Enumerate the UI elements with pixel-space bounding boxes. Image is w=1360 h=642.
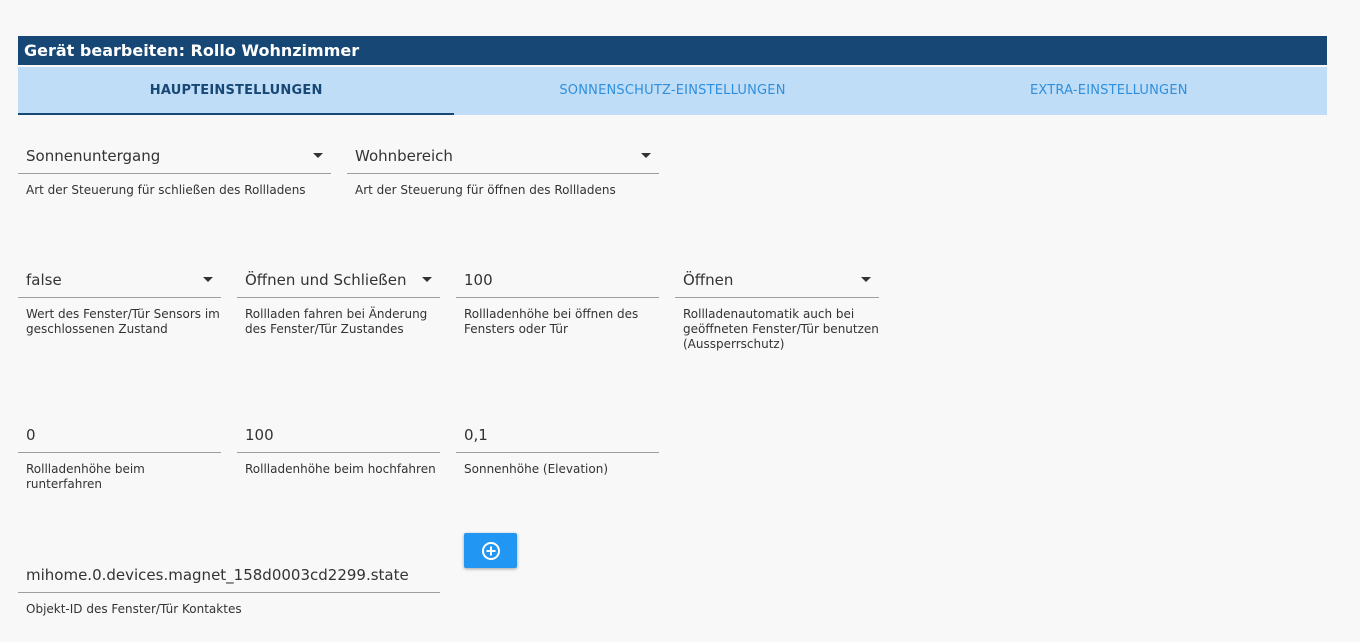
plus-circle-icon (481, 541, 500, 560)
up-height-helper: Rollladenhöhe beim hochfahren (245, 462, 436, 476)
dialog-title: Gerät bearbeiten: Rollo Wohnzimmer (18, 36, 1327, 65)
move-on-change-field: Öffnen und Schließen Rollladen fahren be… (237, 262, 440, 337)
caret-down-icon (203, 277, 213, 282)
sensor-closed-value-helper: Wert des Fenster/Tür Sensors im geschlos… (26, 307, 220, 336)
caret-down-icon (861, 277, 871, 282)
open-height-input[interactable]: 100 (456, 262, 659, 298)
sensor-closed-value-value: false (26, 271, 62, 289)
open-control-field: Wohnbereich Art der Steuerung für öffnen… (347, 138, 659, 198)
down-height-value: 0 (26, 426, 36, 444)
close-control-select[interactable]: Sonnenuntergang (18, 138, 331, 174)
down-height-helper: Rollladenhöhe beim runterfahren (26, 462, 145, 491)
sensor-closed-value-select[interactable]: false (18, 262, 221, 298)
close-control-field: Sonnenuntergang Art der Steuerung für sc… (18, 138, 331, 198)
open-control-select[interactable]: Wohnbereich (347, 138, 659, 174)
open-control-helper: Art der Steuerung für öffnen des Rolllad… (355, 183, 616, 197)
tab-bar: HAUPTEINSTELLUNGEN SONNENSCHUTZ-EINSTELL… (18, 67, 1327, 115)
lockout-protection-value: Öffnen (683, 271, 734, 289)
open-height-helper: Rollladenhöhe bei öffnen des Fensters od… (464, 307, 639, 336)
sun-elevation-helper: Sonnenhöhe (Elevation) (464, 462, 609, 476)
move-on-change-select[interactable]: Öffnen und Schließen (237, 262, 440, 298)
sun-elevation-value: 0,1 (464, 426, 488, 444)
sun-elevation-field: 0,1 Sonnenhöhe (Elevation) (456, 417, 659, 477)
contact-object-id-field: mihome.0.devices.magnet_158d0003cd2299.s… (18, 557, 440, 617)
sensor-closed-value-field: false Wert des Fenster/Tür Sensors im ge… (18, 262, 221, 337)
move-on-change-helper: Rollladen fahren bei Änderung des Fenste… (245, 307, 428, 336)
sun-elevation-input[interactable]: 0,1 (456, 417, 659, 453)
tab-main-settings[interactable]: HAUPTEINSTELLUNGEN (18, 67, 455, 115)
caret-down-icon (313, 153, 323, 158)
down-height-field: 0 Rollladenhöhe beim runterfahren (18, 417, 221, 492)
up-height-value: 100 (245, 426, 274, 444)
lockout-protection-helper: Rollladenautomatik auch bei geöffneten F… (683, 307, 879, 351)
close-control-helper: Art der Steuerung für schließen des Roll… (26, 183, 306, 197)
open-control-value: Wohnbereich (355, 147, 453, 165)
lockout-protection-field: Öffnen Rollladenautomatik auch bei geöff… (675, 262, 879, 352)
tab-extra-settings[interactable]: EXTRA-EINSTELLUNGEN (891, 67, 1327, 115)
lockout-protection-select[interactable]: Öffnen (675, 262, 879, 298)
up-height-input[interactable]: 100 (237, 417, 440, 453)
contact-object-id-input[interactable]: mihome.0.devices.magnet_158d0003cd2299.s… (18, 557, 440, 593)
contact-object-id-value: mihome.0.devices.magnet_158d0003cd2299.s… (26, 566, 409, 584)
up-height-field: 100 Rollladenhöhe beim hochfahren (237, 417, 440, 477)
contact-object-id-helper: Objekt-ID des Fenster/Tür Kontaktes (26, 602, 242, 616)
caret-down-icon (641, 153, 651, 158)
caret-down-icon (422, 277, 432, 282)
open-height-field: 100 Rollladenhöhe bei öffnen des Fenster… (456, 262, 659, 337)
move-on-change-value: Öffnen und Schließen (245, 271, 407, 289)
close-control-value: Sonnenuntergang (26, 147, 161, 165)
add-object-button[interactable] (464, 533, 517, 568)
down-height-input[interactable]: 0 (18, 417, 221, 453)
tab-sun-protection-settings[interactable]: SONNENSCHUTZ-EINSTELLUNGEN (454, 67, 890, 115)
open-height-value: 100 (464, 271, 493, 289)
